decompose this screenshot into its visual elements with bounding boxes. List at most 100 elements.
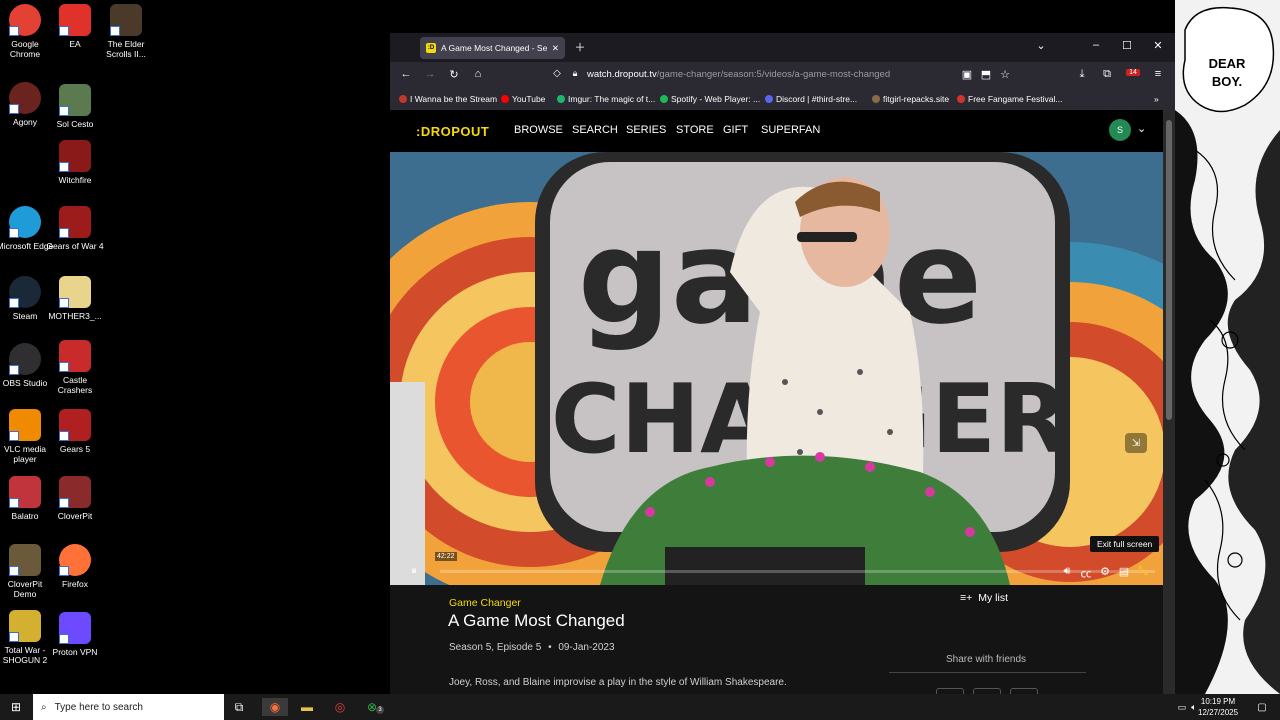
bookmark-label: I Wanna be the Stream xyxy=(410,94,498,104)
cloverpit-demo-icon xyxy=(9,544,41,576)
exit-fullscreen-icon[interactable]: ⤡ xyxy=(1136,565,1150,578)
desktop-icon-label: Proton VPN xyxy=(52,647,98,657)
account-chevron-down-icon[interactable]: ⌄ xyxy=(1137,122,1146,135)
share-divider xyxy=(889,672,1086,673)
home-icon[interactable]: ⌂ xyxy=(471,68,485,80)
maximize-button[interactable]: ☐ xyxy=(1119,39,1135,52)
nav-search[interactable]: SEARCH xyxy=(572,124,618,136)
desktop-icon-label: The Elder Scrolls II... xyxy=(106,39,146,59)
minimize-button[interactable]: – xyxy=(1088,39,1104,51)
manga-artwork: DEAR BOY. xyxy=(1175,0,1280,694)
nav-series[interactable]: SERIES xyxy=(626,124,666,136)
url-path: /game-changer/season:5/videos/a-game-mos… xyxy=(656,69,891,80)
back-icon[interactable]: ← xyxy=(399,68,413,80)
tab-active[interactable]: :D A Game Most Changed - Seaso ✕ xyxy=(420,37,565,59)
taskbar-firefox-icon[interactable]: ◉ xyxy=(262,698,288,716)
bookmark-favicon-icon xyxy=(557,95,565,103)
desktop-icon[interactable]: Firefox xyxy=(46,544,104,589)
chrome-icon xyxy=(9,4,41,36)
close-window-button[interactable]: ✕ xyxy=(1150,39,1166,52)
bookmark-item[interactable]: fitgirl-repacks.site xyxy=(872,94,949,104)
desktop-icon[interactable]: Castle Crashers xyxy=(46,340,104,395)
bookmark-favicon-icon xyxy=(399,95,407,103)
pause-icon[interactable]: ⏸ xyxy=(407,565,421,578)
dropout-logo[interactable]: :DROPOUT xyxy=(416,124,489,139)
new-tab-button[interactable]: ＋ xyxy=(572,39,588,55)
list-tabs-button[interactable]: ⌄ xyxy=(1033,39,1049,52)
picture-in-picture-icon[interactable]: ⇲ xyxy=(1125,433,1147,453)
sol-cesto-icon xyxy=(59,84,91,116)
balatro-icon xyxy=(9,476,41,508)
scrollbar-thumb[interactable] xyxy=(1166,120,1172,420)
bookmark-item[interactable]: Imgur: The magic of t... xyxy=(557,94,655,104)
site-header: :DROPOUT BROWSE SEARCH SERIES STORE GIFT… xyxy=(390,110,1175,152)
volume-icon[interactable]: 🔊︎ xyxy=(1060,565,1074,578)
desktop-icon-label: Gears of War 4 xyxy=(46,241,104,251)
menu-icon[interactable]: ≡ xyxy=(1151,68,1165,80)
taskbar-file-explorer-icon[interactable]: ▬ xyxy=(297,698,317,716)
desktop-icon[interactable]: CloverPit xyxy=(46,476,104,521)
gears-icon xyxy=(59,206,91,238)
desktop-icon[interactable]: EA xyxy=(46,4,104,49)
lock-icon[interactable]: 🔒︎ xyxy=(568,68,582,79)
clock-time: 10:19 PM xyxy=(1200,697,1236,706)
bookmark-item[interactable]: I Wanna be the Stream xyxy=(399,94,497,104)
extensions-icon[interactable]: ⧉ xyxy=(1100,68,1114,81)
pip-page-icon[interactable]: ▣ xyxy=(960,68,974,81)
shield-icon[interactable]: ◇ xyxy=(550,68,564,79)
share-heading: Share with friends xyxy=(946,654,1027,665)
speech-line-2: BOY. xyxy=(1212,74,1242,89)
page-scrollbar[interactable] xyxy=(1163,110,1175,694)
nav-gift[interactable]: GIFT xyxy=(723,124,748,136)
bookmark-star-icon[interactable]: ☆ xyxy=(998,68,1012,81)
reload-icon[interactable]: ↻ xyxy=(447,68,461,81)
search-icon: ⌕ xyxy=(41,701,47,713)
extension-badge[interactable]: 14 xyxy=(1126,69,1140,76)
nav-store[interactable]: STORE xyxy=(676,124,714,136)
bookmark-label: Imgur: The magic of t... xyxy=(568,94,656,104)
notifications-icon[interactable]: ▢ xyxy=(1252,698,1272,716)
elder-scrolls-icon xyxy=(110,4,142,36)
dropout-favicon-icon: :D xyxy=(426,43,436,53)
progress-bar[interactable] xyxy=(440,570,1155,573)
task-view-icon[interactable]: ⧉ xyxy=(229,698,249,716)
taskbar-app-icon[interactable]: ◎ xyxy=(330,698,350,716)
save-page-icon[interactable]: ⬒ xyxy=(979,68,993,81)
bookmark-item[interactable]: Spotify - Web Player: ... xyxy=(660,94,760,104)
bookmarks-overflow-icon[interactable]: » xyxy=(1154,94,1159,104)
forward-icon[interactable]: → xyxy=(423,68,437,80)
firefox-icon xyxy=(59,544,91,576)
navigation-bar: ← → ↻ ⌂ ◇ 🔒︎ watch.dropout.tv/game-chang… xyxy=(390,62,1175,89)
desktop-icon-label: EA xyxy=(69,39,81,49)
desktop-icon[interactable]: Gears 5 xyxy=(46,409,104,454)
captions-icon[interactable]: ㏄ xyxy=(1079,565,1093,581)
avatar[interactable]: S xyxy=(1109,119,1131,141)
show-name-link[interactable]: Game Changer xyxy=(449,597,521,609)
windows-start-icon[interactable]: ⊞ xyxy=(6,698,26,716)
taskbar: ⊞ ⌕ Type here to search ⧉ ◉ ▬ ◎ ⊗ 3 ▭ 🔈︎… xyxy=(0,694,1280,720)
bookmark-item[interactable]: YouTube xyxy=(501,94,545,104)
bookmark-item[interactable]: Discord | #third-stre... xyxy=(765,94,857,104)
tab-close-icon[interactable]: ✕ xyxy=(552,43,559,54)
nav-browse[interactable]: BROWSE xyxy=(514,124,563,136)
edge-icon xyxy=(9,206,41,238)
desktop-icon[interactable]: Witchfire xyxy=(46,140,104,185)
bookmark-item[interactable]: Free Fangame Festival... xyxy=(957,94,1062,104)
desktop-icon[interactable]: MOTHER3_... xyxy=(46,276,104,321)
downloads-icon[interactable]: ⤓ xyxy=(1075,68,1089,81)
system-clock[interactable]: 10:19 PM 12/27/2025 xyxy=(1198,696,1238,718)
url-bar[interactable]: watch.dropout.tv/game-changer/season:5/v… xyxy=(587,69,890,80)
shogun-icon xyxy=(9,610,41,642)
video-player[interactable]: game CHANGER ⇲ 42:22 Exit full screen ⏸ … xyxy=(390,152,1163,585)
cast-icon[interactable]: ▤ xyxy=(1117,565,1131,578)
desktop-icon[interactable]: Gears of War 4 xyxy=(46,206,104,251)
desktop-icon[interactable]: Proton VPN xyxy=(46,612,104,657)
desktop-icon[interactable]: Sol Cesto xyxy=(46,84,104,129)
nav-superfan[interactable]: SUPERFAN xyxy=(761,124,820,136)
steam-icon xyxy=(9,276,41,308)
my-list-button[interactable]: ≡+ My list xyxy=(960,592,1008,604)
desktop-icon[interactable]: The Elder Scrolls II... xyxy=(97,4,155,59)
episode-description: Joey, Ross, and Blaine improvise a play … xyxy=(449,677,787,688)
settings-gear-icon[interactable]: ⚙ xyxy=(1098,565,1112,578)
taskbar-search[interactable]: ⌕ Type here to search xyxy=(33,694,224,720)
